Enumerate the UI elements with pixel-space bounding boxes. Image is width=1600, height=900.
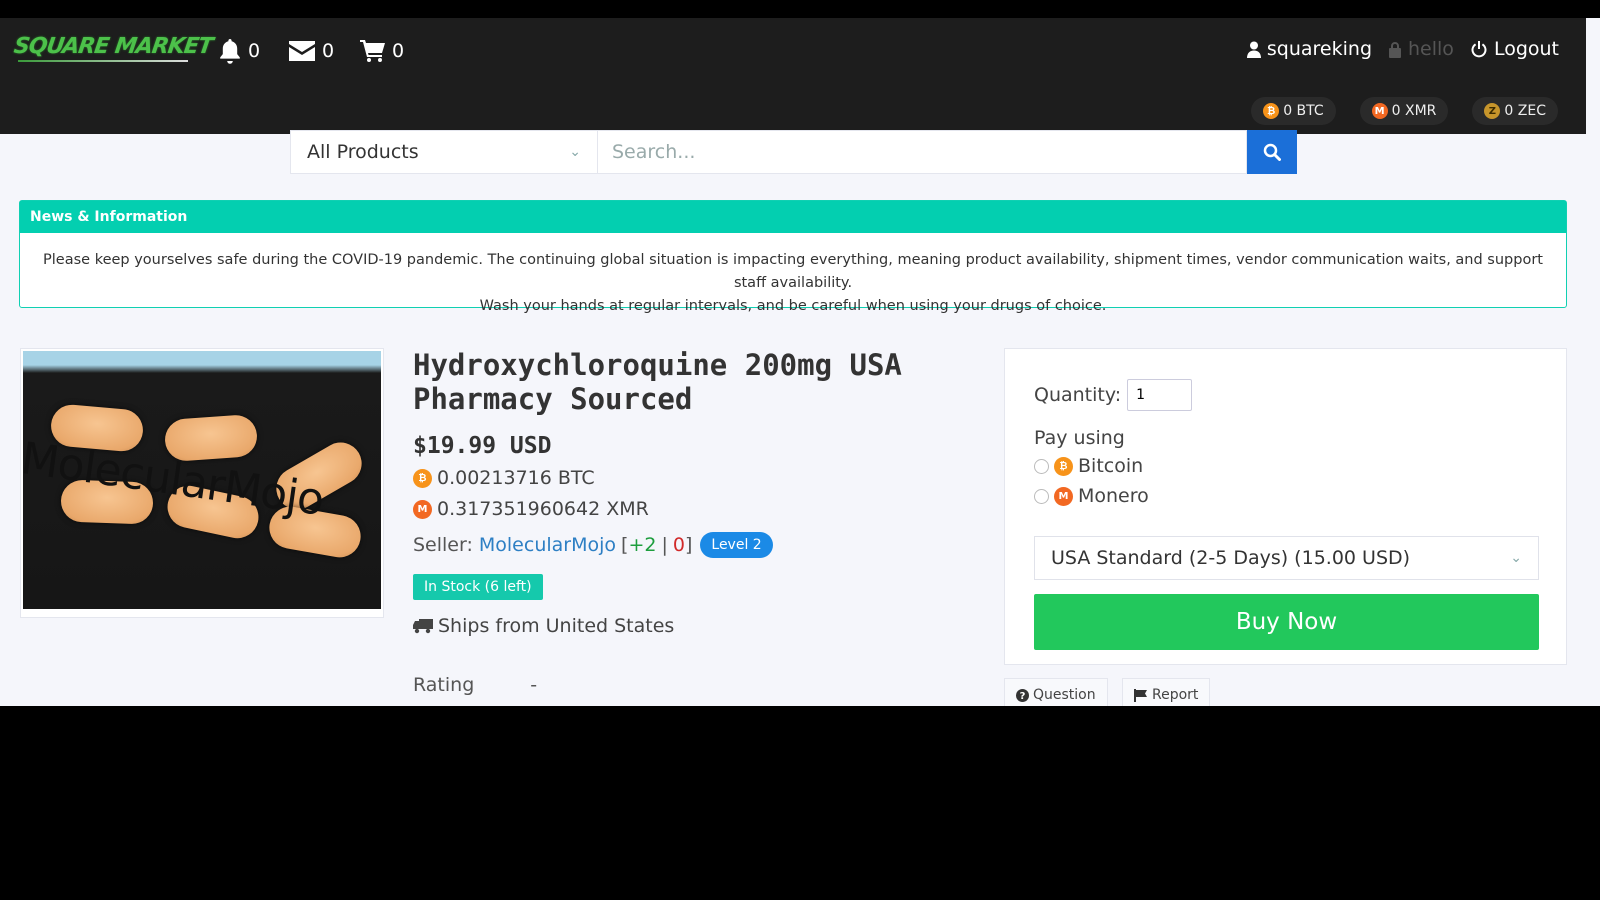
feedback-open: [	[621, 534, 629, 556]
truck-icon	[413, 619, 433, 634]
search-button[interactable]	[1247, 130, 1297, 174]
question-circle-icon: ?	[1016, 688, 1029, 702]
quantity-row: Quantity:	[1034, 379, 1193, 411]
news-body: Please keep yourselves safe during the C…	[20, 233, 1566, 334]
stock-badge: In Stock (6 left)	[413, 574, 543, 600]
pgp-link[interactable]: hello	[1388, 38, 1454, 60]
monero-label: Monero	[1078, 485, 1149, 507]
profile-link[interactable]: squareking	[1246, 38, 1373, 60]
page: SQUARE MARKET 0 0 0 squareking hello Log…	[0, 18, 1600, 706]
power-icon	[1471, 41, 1487, 58]
username: squareking	[1266, 38, 1373, 60]
product-image[interactable]: MolecularMojo	[20, 348, 384, 618]
rating-value: -	[530, 674, 538, 696]
question-button[interactable]: ? Question	[1004, 678, 1108, 706]
news-line-2: Wash your hands at regular intervals, an…	[479, 298, 1107, 314]
product-title: Hydroxychloroquine 200mg USA Pharmacy So…	[413, 348, 902, 416]
notifications-button[interactable]: 0	[218, 38, 260, 64]
bitcoin-label: Bitcoin	[1078, 455, 1144, 477]
messages-count: 0	[322, 40, 335, 62]
zcash-icon: Z	[1484, 103, 1501, 119]
rating-row: Rating -	[413, 674, 537, 696]
logout-button[interactable]: Logout	[1470, 38, 1559, 60]
payment-option-monero[interactable]: M Monero	[1034, 485, 1149, 507]
balance-zec[interactable]: Z 0 ZEC	[1472, 97, 1558, 125]
category-selected: All Products	[307, 141, 419, 163]
flag-icon	[1134, 688, 1147, 702]
news-panel: News & Information Please keep yourselve…	[19, 200, 1567, 314]
product-photo: MolecularMojo	[23, 351, 381, 609]
bottom-black-band	[0, 706, 1600, 900]
rating-label: Rating	[413, 674, 475, 696]
monero-icon: M	[1371, 103, 1388, 119]
feedback-separator: |	[661, 534, 668, 556]
cart-icon	[360, 40, 385, 62]
user-nav: squareking hello Logout	[1246, 38, 1559, 60]
monero-radio[interactable]	[1034, 488, 1049, 504]
price-xmr-row: M 0.317351960642 XMR	[413, 498, 649, 520]
balance-btc-label: 0 BTC	[1283, 103, 1324, 119]
balance-btc[interactable]: ₿ 0 BTC	[1251, 97, 1336, 125]
search-icon	[1263, 143, 1281, 161]
monero-icon: M	[413, 499, 432, 519]
svg-text:?: ?	[1020, 691, 1026, 702]
report-button[interactable]: Report	[1122, 678, 1211, 706]
balance-xmr-label: 0 XMR	[1391, 103, 1437, 119]
balance-xmr[interactable]: M 0 XMR	[1359, 97, 1449, 125]
report-label: Report	[1152, 687, 1199, 703]
monero-icon: M	[1054, 486, 1073, 506]
bitcoin-icon: ₿	[1263, 103, 1280, 119]
bitcoin-radio[interactable]	[1034, 458, 1049, 474]
header: SQUARE MARKET 0 0 0 squareking hello Log…	[0, 18, 1586, 134]
pgp-label: hello	[1408, 38, 1454, 60]
notifications-count: 0	[248, 40, 261, 62]
lock-icon	[1389, 41, 1402, 58]
search-bar: All Products ⌄	[290, 130, 1297, 174]
buy-now-button[interactable]: Buy Now	[1034, 594, 1539, 650]
bell-icon	[220, 39, 240, 64]
feedback-close: ]	[684, 534, 693, 556]
purchase-panel: Quantity: Pay using ₿ Bitcoin M Monero U…	[1004, 348, 1567, 665]
news-line-1: Please keep yourselves safe during the C…	[43, 252, 1543, 291]
price-usd: $19.99 USD	[413, 433, 552, 459]
chevron-down-icon: ⌄	[569, 144, 581, 160]
user-icon	[1246, 41, 1261, 58]
envelope-icon	[289, 41, 315, 61]
price-btc: 0.00213716 BTC	[437, 467, 595, 489]
pay-using-label: Pay using	[1034, 427, 1125, 449]
ships-from-label: Ships from United States	[438, 615, 675, 637]
bitcoin-icon: ₿	[413, 468, 432, 488]
shipping-selected: USA Standard (2-5 Days) (15.00 USD)	[1051, 547, 1411, 569]
logout-label: Logout	[1493, 38, 1559, 60]
question-label: Question	[1033, 687, 1096, 703]
site-logo[interactable]: SQUARE MARKET	[12, 34, 214, 59]
seller-row: Seller: MolecularMojo [ +2 | 0 ] Level 2	[413, 532, 773, 558]
header-edge	[1586, 18, 1600, 134]
seller-label: Seller:	[413, 534, 473, 556]
quantity-input[interactable]	[1127, 379, 1193, 411]
messages-button[interactable]: 0	[288, 38, 334, 64]
feedback-negative: 0	[672, 534, 685, 556]
news-title: News & Information	[20, 201, 1566, 233]
chevron-down-icon: ⌄	[1510, 550, 1522, 566]
balance-zec-label: 0 ZEC	[1504, 103, 1546, 119]
seller-level-badge: Level 2	[700, 532, 773, 558]
wallet-balances: ₿ 0 BTC M 0 XMR Z 0 ZEC	[1251, 97, 1558, 125]
cart-count: 0	[392, 40, 405, 62]
logo-underline	[18, 60, 188, 62]
price-btc-row: ₿ 0.00213716 BTC	[413, 467, 595, 489]
search-input[interactable]	[598, 130, 1247, 174]
top-black-band	[0, 0, 1600, 18]
quantity-label: Quantity:	[1034, 384, 1122, 406]
category-select[interactable]: All Products ⌄	[290, 130, 598, 174]
shipping-select[interactable]: USA Standard (2-5 Days) (15.00 USD) ⌄	[1034, 536, 1539, 580]
payment-option-bitcoin[interactable]: ₿ Bitcoin	[1034, 455, 1143, 477]
feedback-positive: +2	[628, 534, 657, 556]
ships-from: Ships from United States	[413, 615, 674, 637]
seller-link[interactable]: MolecularMojo	[479, 534, 616, 556]
bitcoin-icon: ₿	[1054, 456, 1073, 476]
price-xmr: 0.317351960642 XMR	[437, 498, 649, 520]
cart-button[interactable]: 0	[360, 38, 404, 64]
